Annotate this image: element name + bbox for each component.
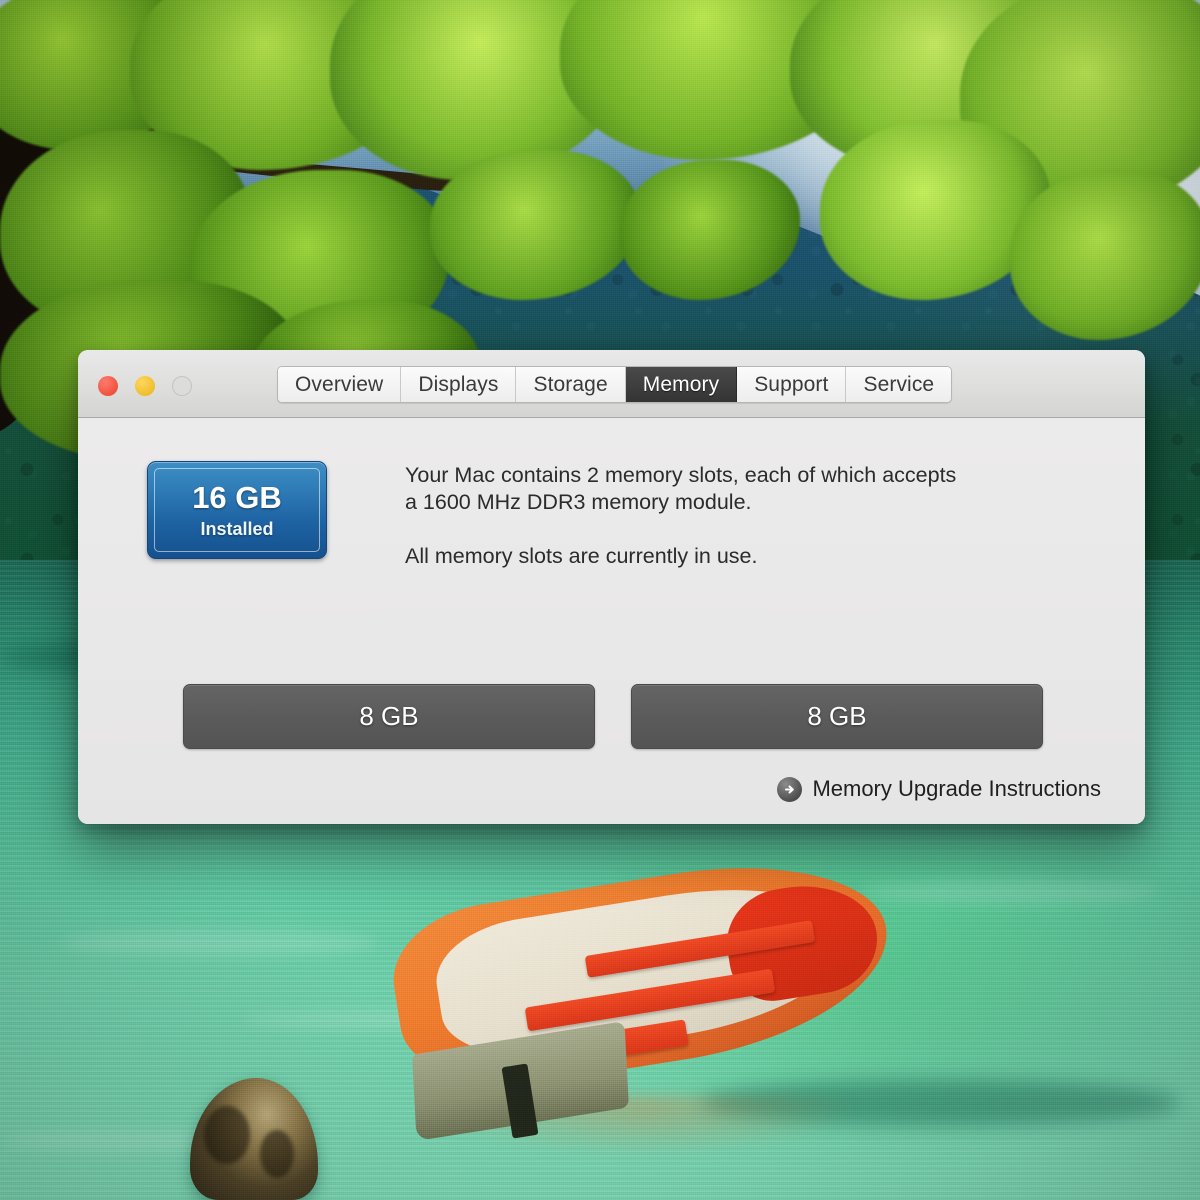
- tab-support-label: Support: [754, 372, 829, 396]
- badge-amount: 16 GB: [192, 480, 282, 515]
- window-titlebar: Overview Displays Storage Memory Support…: [78, 350, 1145, 418]
- rowboat: [383, 842, 902, 1160]
- water-streak: [60, 930, 380, 956]
- tab-overview[interactable]: Overview: [278, 367, 402, 402]
- memory-upgrade-link-label: Memory Upgrade Instructions: [812, 776, 1101, 801]
- memory-description-line-3: All memory slots are currently in use.: [405, 543, 758, 568]
- memory-slot-1-size: 8 GB: [359, 701, 419, 731]
- zoom-button-icon: [172, 376, 192, 396]
- badge-state: Installed: [200, 519, 274, 539]
- tab-memory-label: Memory: [642, 372, 720, 396]
- leaf-cluster: [1010, 170, 1200, 340]
- tab-support[interactable]: Support: [737, 367, 847, 402]
- minimize-button-icon[interactable]: [135, 376, 155, 396]
- window-controls: [98, 376, 192, 396]
- tab-displays-label: Displays: [418, 372, 499, 396]
- memory-slot-1[interactable]: 8 GB: [183, 684, 595, 749]
- tab-memory[interactable]: Memory: [625, 367, 738, 402]
- tab-overview-label: Overview: [295, 372, 384, 396]
- rock-shadow: [260, 1130, 294, 1178]
- memory-description-line-2: a 1600 MHz DDR3 memory module.: [405, 490, 752, 515]
- tab-service-label: Service: [863, 372, 935, 396]
- water-streak: [860, 880, 1160, 904]
- rock-shadow: [204, 1106, 250, 1164]
- memory-description: Your Mac contains 2 memory slots, each o…: [405, 462, 1005, 570]
- memory-slot-2[interactable]: 8 GB: [631, 684, 1043, 749]
- tab-service[interactable]: Service: [846, 367, 952, 402]
- memory-installed-badge: 16 GB Installed: [147, 461, 327, 559]
- memory-slot-list: 8 GB 8 GB: [183, 684, 1043, 749]
- tab-displays[interactable]: Displays: [401, 367, 517, 402]
- close-button-icon[interactable]: [98, 376, 118, 396]
- memory-description-line-1: Your Mac contains 2 memory slots, each o…: [405, 463, 957, 487]
- memory-upgrade-link[interactable]: Memory Upgrade Instructions: [777, 776, 1101, 802]
- tab-storage[interactable]: Storage: [516, 367, 626, 402]
- memory-pane: 16 GB Installed Your Mac contains 2 memo…: [78, 418, 1145, 824]
- arrow-right-circle-icon: [777, 776, 803, 802]
- tab-bar[interactable]: Overview Displays Storage Memory Support…: [277, 366, 953, 403]
- memory-slot-2-size: 8 GB: [807, 701, 867, 731]
- tab-storage-label: Storage: [533, 372, 608, 396]
- about-this-mac-window[interactable]: Overview Displays Storage Memory Support…: [78, 350, 1145, 824]
